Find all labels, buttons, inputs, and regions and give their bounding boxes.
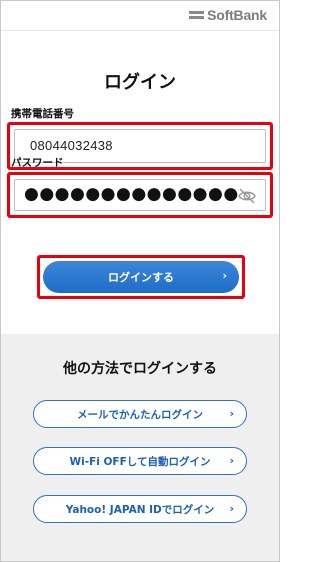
eye-slash-icon[interactable] [237, 186, 257, 206]
chevron-right-icon: › [229, 502, 234, 515]
wifi-off-login-button[interactable]: Wi-Fi OFFして自動ログイン › [33, 447, 247, 475]
chevron-right-icon: › [222, 269, 227, 282]
wifi-off-login-label: Wi-Fi OFFして自動ログイン [69, 455, 211, 468]
phone-label: 携帯電話番号 [11, 108, 74, 120]
chevron-right-icon: › [229, 454, 234, 467]
password-value: ●●●●●●●●●●●●●● [24, 184, 239, 204]
password-input[interactable]: ●●●●●●●●●●●●●● [14, 179, 266, 211]
page-title: ログイン [104, 72, 176, 93]
softbank-logo-icon [189, 10, 205, 20]
chevron-right-icon: › [229, 407, 234, 420]
login-button[interactable]: ログインする › [43, 261, 239, 293]
password-label: パスワード [11, 157, 64, 169]
other-methods-title: 他の方法でログインする [63, 361, 217, 377]
email-login-button[interactable]: メールでかんたんログイン › [33, 400, 247, 428]
login-button-label: ログインする [108, 271, 174, 284]
yahoo-japan-login-button[interactable]: Yahoo! JAPAN IDでログイン › [33, 495, 247, 523]
login-screen: SoftBank ログイン 携帯電話番号 08044032438 パスワード ●… [0, 0, 280, 562]
email-login-label: メールでかんたんログイン [77, 408, 203, 421]
yahoo-japan-login-label: Yahoo! JAPAN IDでログイン [65, 503, 215, 516]
phone-number-value: 08044032438 [30, 138, 113, 153]
header: SoftBank [1, 1, 279, 31]
softbank-logo: SoftBank [189, 7, 267, 23]
logo-text: SoftBank [207, 7, 267, 23]
